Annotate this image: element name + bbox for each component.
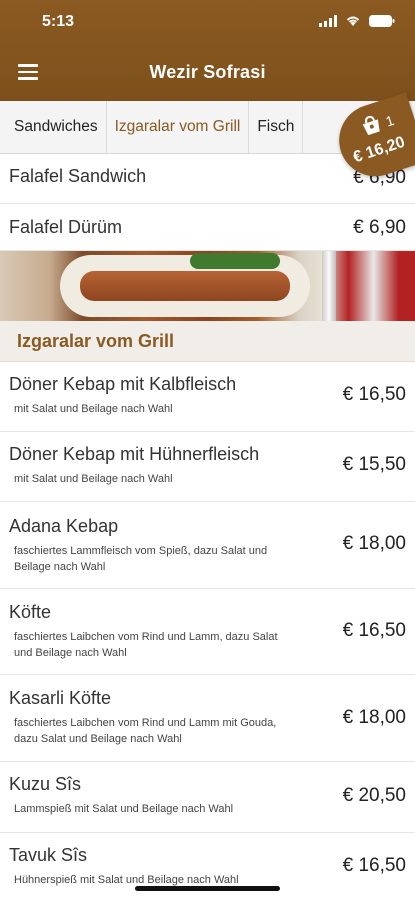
item-description: faschiertes Laibchen vom Rind und Lamm, … [14, 631, 278, 659]
wifi-icon [346, 16, 360, 26]
list-item[interactable]: Tavuk Sîs Hühnerspieß mit Salat und Beil… [0, 833, 415, 903]
item-name: Kuzu Sîs [9, 774, 82, 794]
item-name: Adana Kebap [9, 516, 119, 536]
item-name: Döner Kebap mit Hühnerfleisch [9, 444, 260, 464]
cart-total: € 16,20 [351, 133, 408, 167]
item-price: € 18,00 [342, 707, 406, 728]
cart-count: 1 [383, 111, 396, 130]
item-description: mit Salat und Beilage nach Wahl [14, 473, 173, 485]
app-header: 5:13 Wezir Sofrasi [0, 0, 415, 101]
item-price: € 15,50 [342, 454, 406, 475]
list-item[interactable]: Kuzu Sîs Lammspieß mit Salat und Beilage… [0, 762, 415, 833]
item-name: Köfte [9, 602, 52, 622]
item-name: Döner Kebap mit Kalbfleisch [9, 374, 237, 394]
tab-sandwiches[interactable]: Sandwiches [0, 101, 107, 153]
item-price: € 6,90 [353, 217, 406, 238]
item-price: € 20,50 [342, 785, 406, 806]
item-price: € 16,50 [342, 384, 406, 405]
item-price: € 16,50 [342, 855, 406, 876]
pepper-shape [190, 253, 280, 269]
list-item[interactable]: Falafel Dürüm € 6,90 [0, 204, 415, 251]
list-item[interactable]: Döner Kebap mit Hühnerfleisch mit Salat … [0, 432, 415, 502]
page-title: Wezir Sofrasi [149, 62, 266, 82]
item-price: € 18,00 [342, 533, 406, 554]
item-name: Kasarli Köfte [9, 688, 112, 708]
signal-icon [319, 15, 337, 27]
shopping-bag-icon [362, 115, 380, 136]
battery-icon [369, 15, 395, 27]
list-item[interactable]: Kasarli Köfte faschiertes Laibchen vom R… [0, 675, 415, 762]
section-header: Izgaralar vom Grill [0, 321, 415, 362]
tab-fisch[interactable]: Fisch [249, 101, 304, 153]
item-description: Lammspieß mit Salat und Beilage nach Wah… [14, 803, 234, 815]
status-time: 5:13 [42, 13, 75, 30]
kebab-shape [80, 271, 290, 301]
item-description: faschiertes Lammfleisch vom Spieß, dazu … [14, 545, 268, 573]
fork-shape [322, 251, 336, 321]
item-name: Tavuk Sîs [9, 845, 88, 865]
home-indicator [135, 886, 280, 891]
item-description: mit Salat und Beilage nach Wahl [14, 403, 173, 415]
list-item[interactable]: Adana Kebap faschiertes Lammfleisch vom … [0, 502, 415, 589]
menu-list: Falafel Sandwich € 6,90 Falafel Dürüm € … [0, 154, 415, 903]
tab-izgaralar-vom-grill[interactable]: Izgaralar vom Grill [107, 101, 250, 153]
grill-banner-image [0, 251, 415, 321]
list-item[interactable]: Döner Kebap mit Kalbfleisch mit Salat un… [0, 362, 415, 432]
item-name: Falafel Sandwich [9, 166, 147, 186]
item-price: € 16,50 [342, 620, 406, 641]
item-description: faschiertes Laibchen vom Rind und Lamm m… [14, 717, 277, 745]
list-item[interactable]: Köfte faschiertes Laibchen vom Rind und … [0, 589, 415, 675]
status-icons [319, 15, 395, 27]
item-name: Falafel Dürüm [9, 217, 123, 237]
